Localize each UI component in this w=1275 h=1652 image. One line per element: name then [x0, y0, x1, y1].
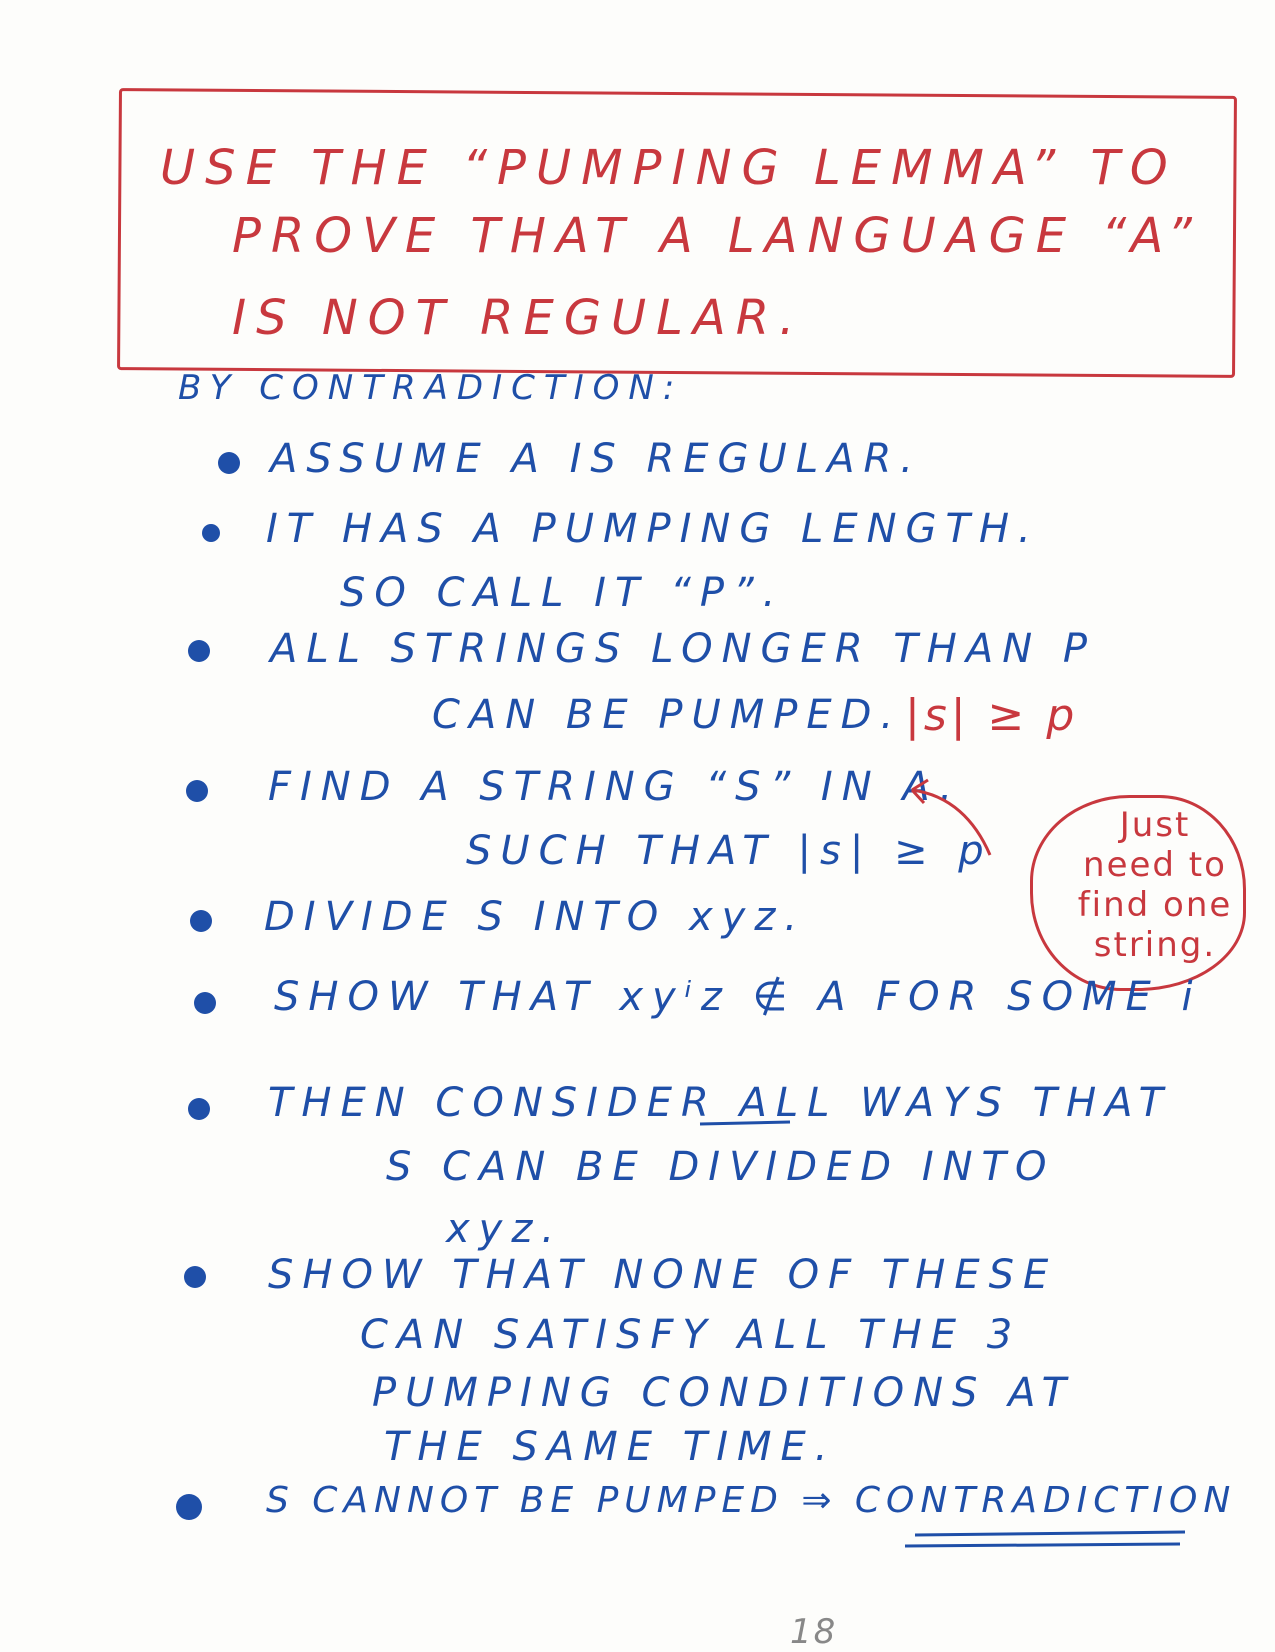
handwritten-note-page: USE THE “PUMPING LEMMA” TO PROVE THAT A …: [0, 0, 1275, 1652]
contradiction-underline-2: [904, 1542, 1181, 1548]
note-arrow: [911, 788, 992, 856]
all-underline: [699, 1120, 791, 1126]
contradiction-underline-1: [914, 1530, 1186, 1537]
ink-strokes: [699, 778, 1186, 1548]
page-number: 18: [790, 1612, 838, 1652]
